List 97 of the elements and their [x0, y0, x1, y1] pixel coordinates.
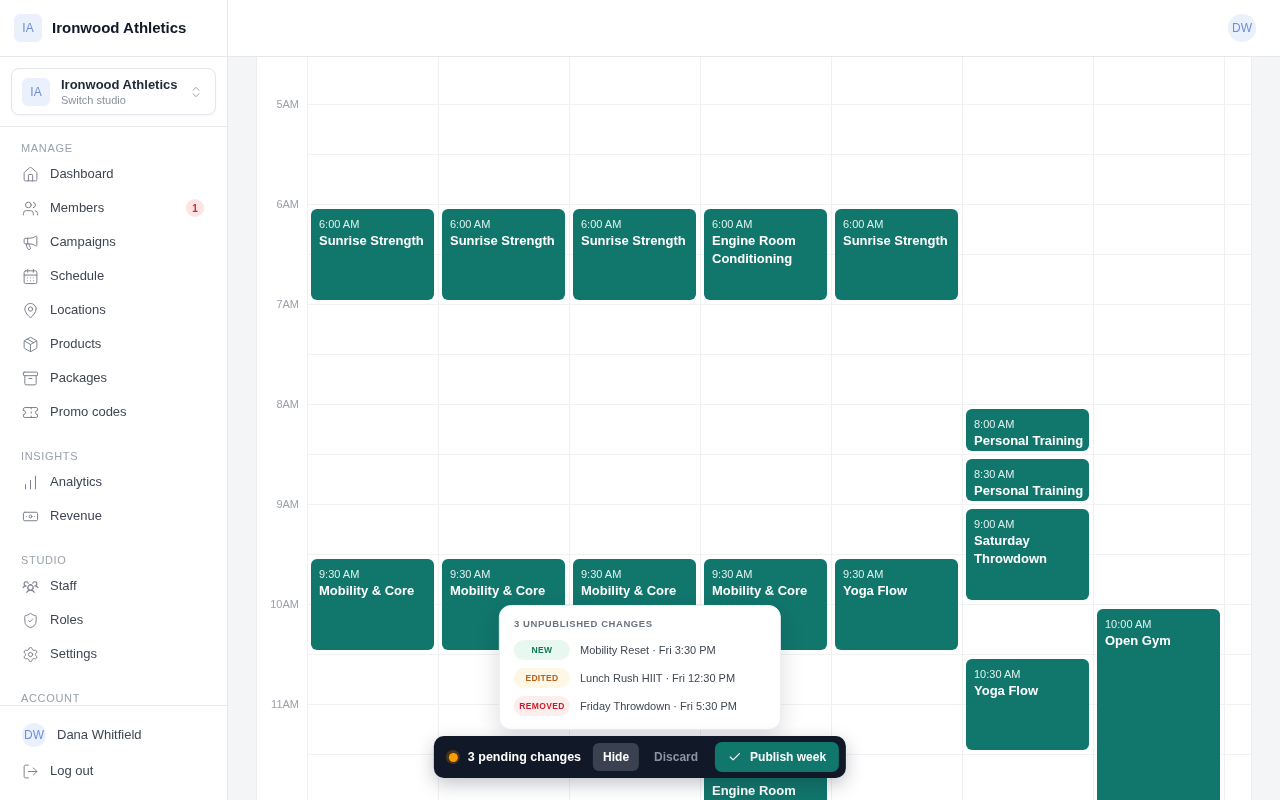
status-dot-icon: [445, 750, 460, 764]
event-time: 8:00 AM: [974, 417, 1015, 432]
event-card[interactable]: 6:00 AM Engine Room Conditioning: [704, 209, 827, 300]
nav-link[interactable]: Members 1: [11, 191, 216, 225]
nav-link[interactable]: Promo codes: [11, 395, 216, 429]
event-title: Sunrise Strength: [581, 232, 686, 250]
nav-link[interactable]: Dashboard: [11, 157, 216, 191]
user-avatar: DW: [22, 723, 46, 747]
nav-link[interactable]: Campaigns: [11, 225, 216, 259]
time-label: 10AM: [270, 597, 299, 611]
event-title: Mobility & Core: [712, 582, 808, 600]
change-text: Lunch Rush HIIT · Fri 12:30 PM: [580, 670, 736, 686]
event-card[interactable]: 10:00 AM Open Gym: [1097, 609, 1220, 800]
section-label: ACCOUNT: [20, 691, 81, 705]
event-card[interactable]: 8:00 AM Personal Training: [966, 409, 1089, 451]
pending-count: 3 pending changes: [467, 748, 582, 766]
event-title: Open Gym: [1105, 632, 1171, 650]
map-pin-icon: [22, 301, 39, 319]
event-title: Engine Room: [712, 782, 796, 800]
nav-link[interactable]: Staff: [11, 569, 216, 603]
event-title: Mobility & Core: [319, 582, 415, 600]
publish-button[interactable]: Publish week: [715, 742, 840, 772]
event-title: Sunrise Strength: [843, 232, 948, 250]
nav-link[interactable]: Products: [11, 327, 216, 361]
event-title: Personal Training: [974, 432, 1084, 450]
event-title: Sunrise Strength: [450, 232, 555, 250]
event-title: Mobility & Core: [581, 582, 677, 600]
count-badge: 1: [186, 199, 204, 217]
logout-icon: [22, 762, 39, 780]
event-time: 10:00 AM: [1105, 617, 1152, 632]
hide-button[interactable]: Hide: [593, 743, 640, 771]
logout-button[interactable]: Log out: [11, 752, 216, 790]
event-card[interactable]: 10:30 AM Yoga Flow: [966, 659, 1089, 750]
nav-link[interactable]: Packages: [11, 361, 216, 395]
nav-link[interactable]: Roles: [11, 603, 216, 637]
event-card[interactable]: 9:30 AM Mobility & Core: [311, 559, 434, 650]
house-icon: [22, 165, 39, 183]
account-link[interactable]: DW Dana Whitfield: [11, 718, 216, 752]
change-text: Friday Throwdown · Fri 5:30 PM: [580, 698, 737, 714]
time-label: 6AM: [276, 197, 299, 211]
event-title: Personal Training: [974, 482, 1084, 500]
event-title: Yoga Flow: [974, 682, 1039, 700]
event-time: 6:00 AM: [450, 217, 491, 232]
event-time: 6:00 AM: [319, 217, 360, 232]
studio-switcher[interactable]: IA Ironwood Athletics Switch studio: [11, 68, 216, 115]
time-label: 7AM: [276, 297, 299, 311]
discard-button[interactable]: Discard: [645, 743, 708, 771]
event-title: Yoga Flow: [843, 582, 908, 600]
shield-check-icon: [22, 611, 39, 629]
section-label: STUDIO: [20, 553, 68, 567]
event-card[interactable]: 6:00 AM Sunrise Strength: [311, 209, 434, 300]
event-time: 6:00 AM: [843, 217, 884, 232]
user-avatar[interactable]: DW: [1228, 14, 1256, 42]
event-time: 9:00 AM: [974, 517, 1015, 532]
nav-link[interactable]: Analytics: [11, 465, 216, 499]
event-time: 10:30 AM: [974, 667, 1021, 682]
event-card[interactable]: 9:00 AM Saturday Throwdown: [966, 509, 1089, 600]
section-label: INSIGHTS: [20, 449, 80, 463]
nav-link[interactable]: Revenue: [11, 499, 216, 533]
event-time: 6:00 AM: [581, 217, 622, 232]
time-label: 5AM: [276, 97, 299, 111]
change-badge: REMOVED: [514, 696, 570, 716]
event-card[interactable]: 6:00 AM Sunrise Strength: [442, 209, 565, 300]
event-time: 9:30 AM: [581, 567, 622, 582]
box-icon: [22, 335, 39, 353]
megaphone-icon: [22, 233, 39, 251]
event-time: 8:30 AM: [974, 467, 1015, 482]
event-card[interactable]: 8:30 AM Personal Training: [966, 459, 1089, 501]
time-label: 8AM: [276, 397, 299, 411]
event-card[interactable]: 9:30 AM Yoga Flow: [835, 559, 958, 650]
event-title: Sunrise Strength: [319, 232, 424, 250]
event-title: Engine Room Conditioning: [712, 232, 797, 268]
section-label: MANAGE: [20, 141, 74, 155]
event-card[interactable]: 6:00 AM Sunrise Strength: [835, 209, 958, 300]
change-badge: NEW: [514, 640, 570, 660]
event-time: 9:30 AM: [712, 567, 753, 582]
event-time: 6:00 AM: [712, 217, 753, 232]
bar-chart-icon: [22, 473, 39, 491]
event-time: 9:30 AM: [450, 567, 491, 582]
event-time: 9:30 AM: [843, 567, 884, 582]
archive-box-icon: [22, 369, 39, 387]
studio-logo: IA: [14, 14, 42, 42]
change-badge: EDITED: [514, 668, 570, 688]
nav-link[interactable]: Locations: [11, 293, 216, 327]
calendar-icon: [22, 267, 39, 285]
time-label: 11AM: [271, 697, 299, 711]
event-time: 9:30 AM: [319, 567, 360, 582]
event-title: Saturday Throwdown: [974, 532, 1048, 568]
settings-icon: [22, 645, 39, 663]
brand-name: Ironwood Athletics: [52, 17, 187, 38]
time-label: 9AM: [276, 497, 299, 511]
people-icon: [22, 199, 39, 217]
nav-link[interactable]: Schedule: [11, 259, 216, 293]
nav-link[interactable]: Settings: [11, 637, 216, 671]
event-title: Mobility & Core: [450, 582, 546, 600]
studio-avatar: IA: [22, 77, 50, 106]
event-card[interactable]: 6:00 AM Sunrise Strength: [573, 209, 696, 300]
